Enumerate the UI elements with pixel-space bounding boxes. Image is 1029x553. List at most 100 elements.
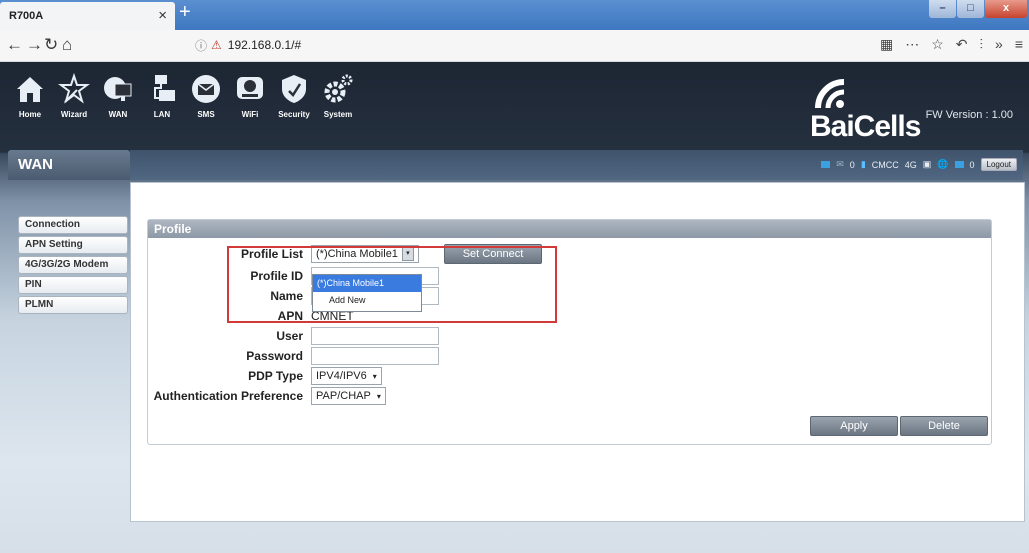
chevron-down-icon: ▾ bbox=[372, 371, 377, 381]
sms-icon bbox=[192, 75, 220, 103]
nav-security[interactable]: Security bbox=[272, 72, 316, 134]
fw-version: FW Version : 1.00 bbox=[925, 109, 1013, 121]
nav-wifi[interactable]: WiFi bbox=[228, 72, 272, 134]
logo-text: BaiCells bbox=[810, 110, 921, 143]
profile-box: Profile Profile List (*)China Mobile1 ▾ … bbox=[147, 219, 992, 445]
label-profile-id: Profile ID bbox=[250, 269, 303, 283]
pdp-type-value: IPV4/IPV6 bbox=[316, 370, 367, 382]
apply-button[interactable]: Apply bbox=[810, 416, 898, 436]
row-password: Password bbox=[148, 346, 439, 366]
browser-navbar: ← → ↻ ⌂ ⓘ ⚠ 192.168.0.1/# ▦ ⋯ ☆ ↶ ⫶ » ≡ bbox=[0, 30, 1029, 62]
home-browser-icon[interactable]: ⌂ bbox=[62, 35, 72, 55]
auth-pref-value: PAP/CHAP bbox=[316, 390, 371, 402]
wan-icon bbox=[104, 77, 132, 101]
sidebar-menu: Connection APN Setting 4G/3G/2G Modem PI… bbox=[18, 216, 128, 316]
signal-icon: ▮ bbox=[860, 159, 866, 169]
insecure-lock-icon: ⚠ bbox=[211, 38, 222, 52]
label-password: Password bbox=[246, 349, 303, 363]
label-auth-pref: Authentication Preference bbox=[153, 389, 303, 403]
auth-pref-select[interactable]: PAP/CHAP ▾ bbox=[311, 387, 386, 405]
nav-lan[interactable]: LAN bbox=[140, 72, 184, 134]
row-user: User bbox=[148, 326, 439, 346]
tab-close-icon[interactable]: × bbox=[158, 7, 167, 24]
label-profile-list: Profile List bbox=[240, 247, 303, 261]
profile-list-value: (*)China Mobile1 bbox=[316, 248, 398, 260]
new-tab-button[interactable]: + bbox=[179, 1, 191, 24]
nav-label: SMS bbox=[197, 110, 215, 119]
more-icon[interactable]: ⋯ bbox=[905, 36, 919, 53]
baicells-logo: BaiCells bbox=[810, 74, 921, 144]
browser-tabbar: R700A × + – □ x bbox=[0, 0, 1029, 30]
sms-count: 0 bbox=[849, 159, 855, 170]
minimize-button[interactable]: – bbox=[929, 0, 956, 18]
nav-label: Home bbox=[18, 110, 42, 119]
address-bar[interactable]: ⓘ ⚠ 192.168.0.1/# bbox=[195, 33, 845, 57]
label-name: Name bbox=[270, 289, 303, 303]
chevron-down-icon: ▾ bbox=[376, 391, 381, 401]
nav-sms[interactable]: SMS bbox=[184, 72, 228, 134]
maximize-button[interactable]: □ bbox=[957, 0, 984, 18]
nav-label: Security bbox=[278, 110, 310, 119]
logout-button[interactable]: Logout bbox=[980, 158, 1017, 171]
info-icon[interactable]: ⓘ bbox=[195, 37, 207, 54]
nav-wan[interactable]: WAN bbox=[96, 72, 140, 134]
pdp-type-select[interactable]: IPV4/IPV6 ▾ bbox=[311, 367, 382, 385]
qr-icon[interactable]: ▦ bbox=[880, 36, 893, 53]
forward-icon[interactable]: → bbox=[26, 35, 43, 55]
label-pdp-type: PDP Type bbox=[248, 369, 303, 383]
sidebar-item-pin[interactable]: PIN bbox=[18, 276, 128, 294]
message-icon: ✉ bbox=[836, 159, 844, 169]
network-type: 4G bbox=[904, 159, 917, 170]
gear-icon bbox=[324, 74, 353, 103]
browser-tab[interactable]: R700A × bbox=[0, 2, 175, 30]
logo-signal-icon bbox=[815, 79, 845, 109]
sidebar-item-apn-setting[interactable]: APN Setting bbox=[18, 236, 128, 254]
url-text: 192.168.0.1/# bbox=[227, 38, 302, 52]
profile-list-dropdown: (*)China Mobile1 Add New bbox=[312, 274, 422, 312]
back-icon[interactable]: ← bbox=[6, 35, 23, 55]
row-pdp-type: PDP Type IPV4/IPV6 ▾ bbox=[148, 366, 382, 386]
status-bar: ✉ 0 ▮ CMCC 4G ▣ 🌐 0 Logout bbox=[130, 150, 1023, 180]
nav-label: WAN bbox=[108, 110, 128, 119]
overflow-icon[interactable]: » bbox=[995, 36, 1003, 53]
nav-home[interactable]: Home bbox=[8, 72, 52, 134]
sidebar-item-modem[interactable]: 4G/3G/2G Modem bbox=[18, 256, 128, 274]
dropdown-option-add-new[interactable]: Add New bbox=[313, 292, 421, 309]
browser-toolbar-right: ▦ ⋯ ☆ ↶ ⫶ » ≡ bbox=[880, 36, 1023, 53]
content-panel: Profile Profile List (*)China Mobile1 ▾ … bbox=[130, 182, 1025, 522]
sim-icon: ▣ bbox=[922, 159, 932, 169]
wizard-icon bbox=[58, 72, 90, 104]
bookmark-star-icon[interactable]: ☆ bbox=[931, 36, 944, 53]
delete-button[interactable]: Delete bbox=[900, 416, 988, 436]
sidebar-item-connection[interactable]: Connection bbox=[18, 216, 128, 234]
label-apn: APN bbox=[277, 309, 303, 323]
menu-icon[interactable]: ≡ bbox=[1015, 36, 1023, 53]
profile-list-select[interactable]: (*)China Mobile1 ▾ bbox=[311, 245, 419, 263]
router-header: Home Wizard WAN LAN SMS WiFi Security Sy… bbox=[0, 62, 1029, 154]
password-field[interactable] bbox=[311, 347, 439, 365]
row-auth-pref: Authentication Preference PAP/CHAP ▾ bbox=[148, 386, 386, 406]
library-icon[interactable]: ⫶ bbox=[980, 36, 984, 53]
nav-label: WiFi bbox=[241, 110, 259, 119]
close-window-button[interactable]: x bbox=[985, 0, 1027, 18]
label-user: User bbox=[276, 329, 303, 343]
sidebar-item-plmn[interactable]: PLMN bbox=[18, 296, 128, 314]
home-icon bbox=[17, 77, 43, 102]
wifi-icon bbox=[237, 77, 263, 99]
reload-icon[interactable]: ↻ bbox=[44, 35, 58, 55]
history-icon[interactable]: ↶ bbox=[956, 36, 968, 53]
globe-icon: 🌐 bbox=[937, 159, 949, 169]
device-count: 0 bbox=[969, 159, 975, 170]
nav-system[interactable]: System bbox=[316, 72, 360, 134]
carrier: CMCC bbox=[871, 159, 899, 170]
user-field[interactable] bbox=[311, 327, 439, 345]
dropdown-option-china-mobile1[interactable]: (*)China Mobile1 bbox=[313, 275, 421, 292]
row-profile-list: Profile List (*)China Mobile1 ▾ bbox=[148, 244, 419, 264]
set-connect-button[interactable]: Set Connect bbox=[444, 244, 542, 264]
nav-label: LAN bbox=[153, 110, 171, 119]
nav-wizard[interactable]: Wizard bbox=[52, 72, 96, 134]
lan-icon bbox=[154, 75, 175, 101]
sms-status-icon bbox=[821, 161, 831, 168]
nav-label: Wizard bbox=[60, 110, 88, 119]
device-icon bbox=[954, 161, 964, 168]
